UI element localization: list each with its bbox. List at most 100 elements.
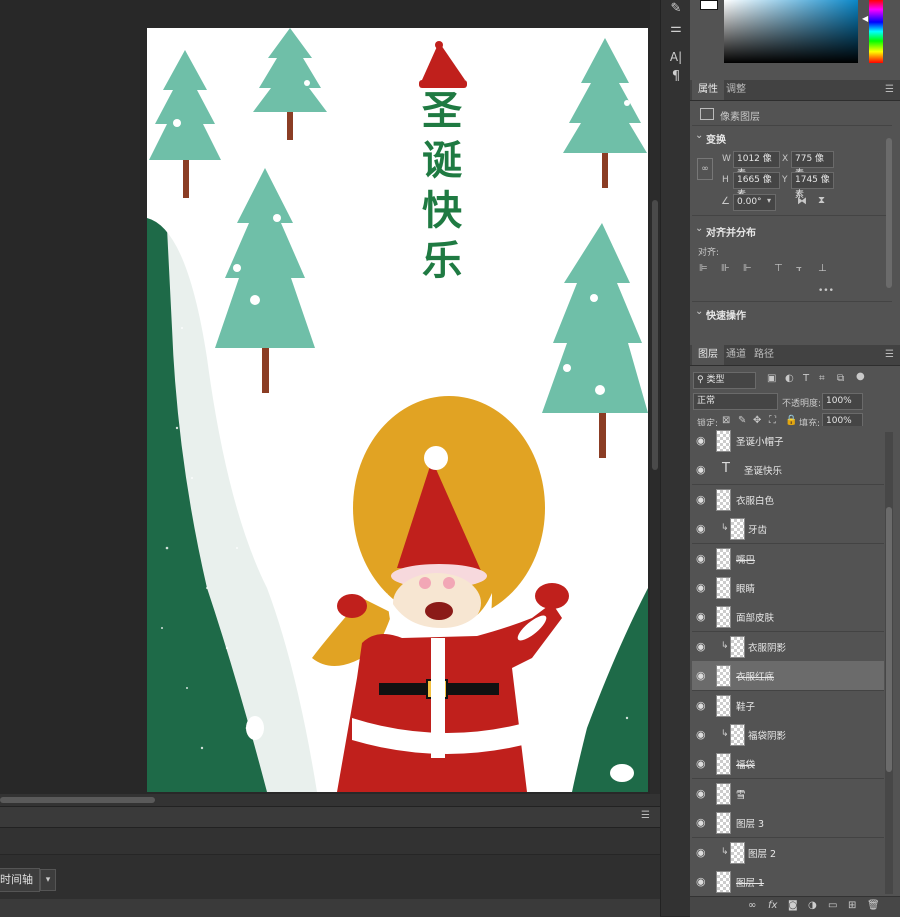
lock-all-icon[interactable]: 🔒 bbox=[785, 415, 797, 426]
lock-transparency-icon[interactable]: ⊠ bbox=[722, 415, 730, 426]
chevron-down-icon[interactable]: ⌄ bbox=[695, 223, 703, 234]
tab-adjustments[interactable]: 调整 bbox=[720, 80, 752, 100]
chevron-down-icon[interactable]: ▾ bbox=[767, 196, 771, 205]
layer-row[interactable]: ◉ 衣服红底 bbox=[692, 661, 884, 692]
filter-pixel-icon[interactable]: ▣ bbox=[767, 373, 776, 384]
more-options[interactable]: ••• bbox=[818, 286, 834, 296]
eye-icon[interactable]: ◉ bbox=[696, 699, 706, 712]
eye-icon[interactable]: ◉ bbox=[696, 610, 706, 623]
layer-row[interactable]: ◉ 衣服白色 bbox=[692, 484, 884, 515]
new-group-icon[interactable]: ▭ bbox=[828, 900, 837, 911]
layer-mask-icon[interactable]: ◙ bbox=[788, 900, 798, 911]
layer-row[interactable]: ◉ ↳ 图层 2 bbox=[692, 837, 884, 868]
layer-thumbnail bbox=[716, 430, 731, 452]
align-center-icon[interactable]: ⊪ bbox=[721, 263, 730, 274]
blend-mode-select[interactable]: 正常 bbox=[693, 393, 778, 410]
lock-artboard-icon[interactable]: ⛶ bbox=[769, 415, 776, 426]
eye-icon[interactable]: ◉ bbox=[696, 434, 706, 447]
lock-position-icon[interactable]: ✥ bbox=[753, 415, 761, 426]
create-timeline-button[interactable]: 时间轴 bbox=[0, 868, 40, 892]
paragraph-icon[interactable]: ¶ bbox=[667, 68, 685, 86]
layers-scrollbar[interactable] bbox=[885, 432, 893, 894]
x-field[interactable]: 775 像素 bbox=[791, 151, 834, 179]
canvas-horizontal-scrollbar[interactable] bbox=[0, 794, 660, 806]
width-field[interactable]: 1012 像素 bbox=[733, 151, 780, 179]
eye-icon[interactable]: ◉ bbox=[696, 757, 706, 770]
eye-icon[interactable]: ◉ bbox=[696, 875, 706, 888]
foreground-color-swatch[interactable] bbox=[700, 0, 718, 10]
align-middle-icon[interactable]: ⫟ bbox=[796, 263, 802, 274]
align-bottom-icon[interactable]: ⊥ bbox=[818, 263, 827, 274]
eye-icon[interactable]: ◉ bbox=[696, 552, 706, 565]
properties-scrollbar[interactable] bbox=[886, 138, 892, 288]
layer-row[interactable]: ◉ ↳ 牙齿 bbox=[692, 514, 884, 545]
eye-icon[interactable]: ◉ bbox=[696, 493, 706, 506]
new-layer-icon[interactable]: ⊞ bbox=[848, 900, 856, 911]
filter-shape-icon[interactable]: ⌗ bbox=[819, 373, 825, 384]
layer-row[interactable]: ◉ 雪 bbox=[692, 778, 884, 809]
eye-icon[interactable]: ◉ bbox=[696, 522, 706, 535]
align-right-icon[interactable]: ⊩ bbox=[743, 263, 752, 274]
filter-type-icon[interactable]: T bbox=[803, 373, 809, 384]
scrollbar-thumb[interactable] bbox=[0, 797, 155, 803]
document-canvas[interactable]: 圣 诞 快 乐 bbox=[147, 28, 648, 792]
lock-pixels-icon[interactable]: ✎ bbox=[738, 415, 746, 426]
align-top-icon[interactable]: ⊤ bbox=[774, 263, 783, 274]
adjustment-layer-icon[interactable]: ◑ bbox=[808, 900, 817, 911]
eye-icon[interactable]: ◉ bbox=[696, 669, 706, 682]
layer-row[interactable]: ◉ 嘴巴 bbox=[692, 543, 884, 574]
panel-menu-icon[interactable]: ☰ bbox=[885, 84, 894, 95]
trash-icon[interactable]: 🗑 bbox=[867, 900, 880, 911]
filter-adjustment-icon[interactable]: ◐ bbox=[785, 373, 794, 384]
panel-menu-icon[interactable]: ☰ bbox=[641, 810, 650, 821]
sliders-icon[interactable]: ⚌ bbox=[667, 20, 685, 38]
height-field[interactable]: 1665 像素 bbox=[733, 172, 780, 200]
layer-row[interactable]: ◉ 圣诞小帽子 bbox=[692, 426, 884, 456]
opacity-field[interactable]: 100% bbox=[822, 393, 863, 410]
canvas-vertical-scrollbar[interactable] bbox=[650, 0, 660, 794]
color-picker-field[interactable] bbox=[724, 0, 858, 63]
layer-name: 图层 2 bbox=[748, 848, 777, 860]
eye-icon[interactable]: ◉ bbox=[696, 728, 706, 741]
eye-icon[interactable]: ◉ bbox=[696, 846, 706, 859]
eye-icon[interactable]: ◉ bbox=[696, 463, 706, 476]
layer-row[interactable]: ◉ 图层 1 bbox=[692, 867, 884, 897]
link-icon[interactable]: ∞ bbox=[697, 158, 713, 180]
divider bbox=[692, 215, 892, 216]
eye-icon[interactable]: ◉ bbox=[696, 787, 706, 800]
flip-horizontal-icon[interactable]: ⧓ bbox=[797, 196, 807, 207]
eye-icon[interactable]: ◉ bbox=[696, 640, 706, 653]
panel-menu-icon[interactable]: ☰ bbox=[885, 349, 894, 360]
align-left-icon[interactable]: ⊫ bbox=[699, 263, 708, 274]
width-label: W bbox=[722, 154, 731, 164]
scrollbar-thumb[interactable] bbox=[886, 507, 892, 772]
character-icon[interactable]: A| bbox=[667, 48, 685, 66]
brush-icon[interactable]: ✎ bbox=[667, 0, 685, 18]
link-layers-icon[interactable]: ∞ bbox=[748, 900, 756, 911]
layer-row[interactable]: ◉ ↳ 衣服阴影 bbox=[692, 631, 884, 662]
tab-paths[interactable]: 路径 bbox=[748, 345, 780, 365]
chevron-down-icon[interactable]: ⌄ bbox=[695, 306, 703, 317]
eye-icon[interactable]: ◉ bbox=[696, 816, 706, 829]
x-label: X bbox=[782, 154, 789, 164]
chevron-down-icon[interactable]: ▾ bbox=[40, 869, 56, 891]
layer-thumbnail bbox=[716, 606, 731, 629]
layer-row[interactable]: ◉ 眼睛 bbox=[692, 573, 884, 603]
filter-toggle-icon[interactable]: ● bbox=[856, 371, 865, 382]
layer-filter-select[interactable]: ⚲ 类型 bbox=[693, 372, 756, 389]
chevron-down-icon[interactable]: ⌄ bbox=[695, 130, 703, 141]
y-field[interactable]: 1745 像素 bbox=[791, 172, 834, 200]
filter-smart-object-icon[interactable]: ⧉ bbox=[837, 373, 844, 384]
layer-row[interactable]: ◉ 面部皮肤 bbox=[692, 602, 884, 633]
scrollbar-thumb[interactable] bbox=[652, 200, 658, 470]
align-title: 对齐并分布 bbox=[706, 228, 756, 239]
flip-vertical-icon[interactable]: ⧗ bbox=[818, 195, 825, 206]
eye-icon[interactable]: ◉ bbox=[696, 581, 706, 594]
layer-row[interactable]: ◉ 福袋 bbox=[692, 749, 884, 780]
layer-row[interactable]: ◉ 图层 3 bbox=[692, 808, 884, 839]
layer-row[interactable]: ◉ 鞋子 bbox=[692, 690, 884, 721]
layer-row[interactable]: ◉ ↳ 福袋阴影 bbox=[692, 720, 884, 750]
layer-row[interactable]: ◉ T 圣诞快乐 bbox=[692, 455, 884, 486]
hue-slider[interactable] bbox=[869, 0, 883, 63]
fx-icon[interactable]: fx bbox=[768, 900, 777, 911]
